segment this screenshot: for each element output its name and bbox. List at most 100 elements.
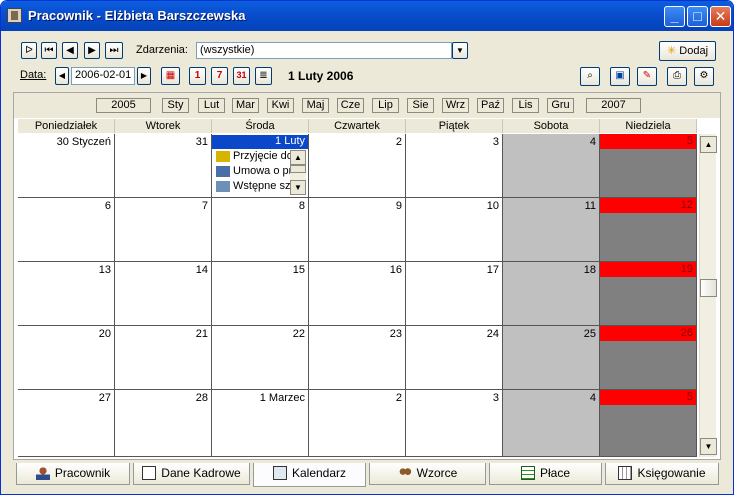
events-select[interactable]: (wszystkie) (196, 42, 452, 59)
day-cell-fri[interactable]: 17 (406, 262, 503, 326)
tab-wzorce[interactable]: Wzorce (369, 463, 486, 485)
month-button-aug[interactable]: Sie (407, 98, 434, 113)
day-cell-thu[interactable]: 2 (309, 134, 406, 198)
month-button-apr[interactable]: Kwi (267, 98, 294, 113)
day-cell-tue[interactable]: 21 (115, 326, 212, 390)
day-cell-sat[interactable]: 18 (503, 262, 600, 326)
event-item[interactable]: Umowa o pr (216, 165, 290, 180)
calendar-edit-icon[interactable]: ✎ (637, 67, 657, 86)
month-button-feb[interactable]: Lut (198, 98, 225, 113)
day-cell-wed[interactable]: 1 Marzec (212, 390, 309, 457)
event-item[interactable]: Przyjęcie do (216, 150, 290, 165)
day-number: 25 (583, 328, 596, 340)
day-cell-sun[interactable]: 19 (600, 262, 697, 326)
weekday-header-tue: Wtorek (115, 119, 212, 133)
month-button-sep[interactable]: Wrz (442, 98, 469, 113)
day-number: 15 (292, 264, 305, 276)
tab-place[interactable]: Płace (489, 463, 602, 485)
day-cell-thu[interactable]: 9 (309, 198, 406, 262)
next-day-button[interactable]: ▶ (137, 67, 151, 85)
maximize-button[interactable]: □ (687, 6, 708, 27)
sunday-header: 5 (600, 390, 696, 405)
day-cell-tue[interactable]: 31 (115, 134, 212, 198)
tab-kalendarz[interactable]: Kalendarz (253, 463, 366, 487)
day-number: 6 (104, 200, 111, 212)
day-cell-sun[interactable]: 12 (600, 198, 697, 262)
month-button-mar[interactable]: Mar (232, 98, 259, 113)
day-cell-fri[interactable]: 3 (406, 390, 503, 457)
month-button-nov[interactable]: Lis (512, 98, 539, 113)
date-field[interactable]: 2006-02-01 (71, 67, 135, 85)
day-cell-mon[interactable]: 27 (18, 390, 115, 457)
scroll-thumb[interactable] (290, 165, 306, 173)
month-button-may[interactable]: Maj (302, 98, 329, 113)
event-list-scrollbar[interactable]: ▲ ▼ (290, 150, 306, 195)
settings-icon[interactable]: ⚙ (694, 67, 714, 86)
tab-dane-kadrowe[interactable]: Dane Kadrowe (133, 463, 250, 485)
day-cell-tue[interactable]: 7 (115, 198, 212, 262)
calendar-grid-icon[interactable]: ▦ (161, 67, 180, 85)
day-cell-sat[interactable]: 11 (503, 198, 600, 262)
month-button-oct[interactable]: Paź (477, 98, 504, 113)
day-cell-thu[interactable]: 16 (309, 262, 406, 326)
tab-ksiegowanie[interactable]: Księgowanie (605, 463, 719, 485)
print-preview-icon[interactable]: ⎙ (667, 67, 687, 86)
day-cell-tue[interactable]: 14 (115, 262, 212, 326)
day-cell-fri[interactable]: 3 (406, 134, 503, 198)
close-button[interactable]: ✕ (710, 6, 731, 27)
next-record-button[interactable]: ▶ (84, 42, 100, 59)
day-cell-fri[interactable]: 10 (406, 198, 503, 262)
title-bar[interactable]: Pracownik - Elżbieta Barszczewska _ □ ✕ (1, 1, 733, 31)
next-year-button[interactable]: 2007 (586, 98, 641, 113)
tab-pracownik[interactable]: Pracownik (16, 463, 130, 485)
app-icon[interactable] (7, 8, 22, 23)
month-view-icon[interactable]: 31 (233, 67, 250, 85)
day-cell-sun[interactable]: 5 (600, 390, 697, 457)
month-button-dec[interactable]: Gru (547, 98, 574, 113)
last-record-button[interactable]: ⏭ (105, 42, 123, 59)
add-button[interactable]: ✳ Dodaj (659, 41, 716, 61)
day-cell-fri[interactable]: 24 (406, 326, 503, 390)
day-view-icon[interactable]: 1 (189, 67, 206, 85)
day-cell-sun[interactable]: 26 (600, 326, 697, 390)
week-view-icon[interactable]: 7 (211, 67, 228, 85)
month-button-jan[interactable]: Sty (162, 98, 189, 113)
scroll-thumb[interactable] (700, 279, 717, 297)
day-cell-mon[interactable]: 20 (18, 326, 115, 390)
day-number: 7 (201, 200, 208, 212)
month-button-jun[interactable]: Cze (337, 98, 364, 113)
toggle-icon[interactable]: ᐅ (21, 42, 37, 59)
day-cell-sun[interactable]: 5 (600, 134, 697, 198)
prev-day-button[interactable]: ◀ (55, 67, 69, 85)
day-cell-wed[interactable]: 22 (212, 326, 309, 390)
list-view-icon[interactable]: ≣ (255, 67, 272, 85)
day-cell-sat[interactable]: 4 (503, 134, 600, 198)
day-cell-sat[interactable]: 25 (503, 326, 600, 390)
prev-record-button[interactable]: ◀ (62, 42, 78, 59)
month-button-jul[interactable]: Lip (372, 98, 399, 113)
scroll-up-icon[interactable]: ▲ (700, 136, 717, 153)
day-cell-mon[interactable]: 6 (18, 198, 115, 262)
day-number: 10 (486, 200, 499, 212)
scroll-down-icon[interactable]: ▼ (700, 438, 717, 455)
search-icon[interactable]: ⌕ (580, 67, 600, 86)
prev-year-button[interactable]: 2005 (96, 98, 151, 113)
day-cell-mon[interactable]: 13 (18, 262, 115, 326)
day-cell-wed[interactable]: 15 (212, 262, 309, 326)
first-record-button[interactable]: ⏮ (41, 42, 57, 59)
day-cell-thu[interactable]: 23 (309, 326, 406, 390)
scroll-down-icon[interactable]: ▼ (290, 180, 306, 195)
day-cell-tue[interactable]: 28 (115, 390, 212, 457)
current-date-display: 1 Luty 2006 (288, 69, 354, 83)
day-cell-wed[interactable]: 1 Luty Przyjęcie do Umowa o pr Wstępne sz ▲ ▼ (212, 134, 309, 198)
scroll-up-icon[interactable]: ▲ (290, 150, 306, 165)
day-cell-wed[interactable]: 8 (212, 198, 309, 262)
calendar-scrollbar[interactable]: ▲ ▼ (699, 134, 717, 457)
minimize-button[interactable]: _ (664, 6, 685, 27)
grid-icon[interactable]: ▣ (610, 67, 630, 86)
day-cell-thu[interactable]: 2 (309, 390, 406, 457)
event-item[interactable]: Wstępne sz (216, 180, 290, 195)
day-cell-sat[interactable]: 4 (503, 390, 600, 457)
day-cell-mon[interactable]: 30 Styczeń (18, 134, 115, 198)
chevron-down-icon[interactable]: ▼ (452, 42, 468, 59)
